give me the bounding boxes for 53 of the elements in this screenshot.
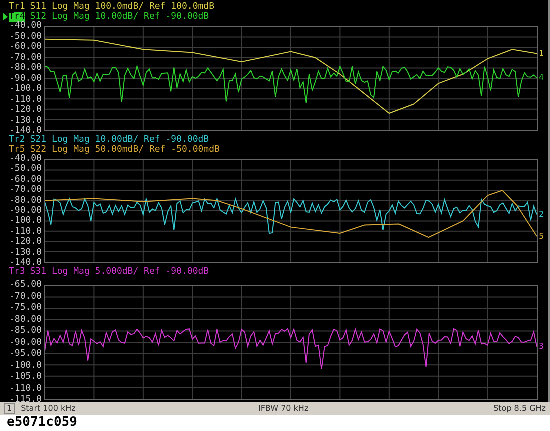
scale-label: -115.0 bbox=[8, 395, 43, 405]
trace-header: S11 Log Mag 100.0mdB/ Ref 100.0mdB bbox=[30, 2, 214, 12]
scale-label: -40.00 bbox=[8, 154, 43, 164]
trace-number: 2 bbox=[539, 210, 544, 219]
scale-label: -80.00 bbox=[8, 196, 43, 206]
trace-number: 3 bbox=[539, 342, 544, 351]
scale-label: -120.0 bbox=[8, 237, 43, 248]
scale-label: -70.00 bbox=[8, 292, 43, 302]
scale-label: -60.00 bbox=[8, 174, 43, 185]
trace-header: S31 Log Mag 5.000dB/ Ref -90.00dB bbox=[30, 267, 210, 277]
channel-number: 1 bbox=[4, 403, 16, 414]
scale-label: -110.0 bbox=[8, 226, 43, 237]
scale-label: -90.00 bbox=[8, 74, 43, 84]
scale-label: -110.0 bbox=[8, 94, 43, 104]
scale-label: -95.00 bbox=[8, 349, 43, 359]
ifbw-label: IFBW 70 kHz bbox=[257, 404, 310, 413]
trace-id[interactable]: Tr3 bbox=[9, 267, 26, 277]
scale-label: -140.0 bbox=[8, 126, 42, 136]
scale-label: -130.0 bbox=[8, 116, 43, 126]
scale-label: -75.00 bbox=[8, 303, 43, 313]
scale-label: -50.00 bbox=[8, 32, 43, 42]
scale-label: -60.00 bbox=[8, 42, 43, 52]
scale-label: -50.00 bbox=[8, 164, 43, 174]
scale-label: -80.00 bbox=[8, 63, 43, 73]
trace-number: 4 bbox=[539, 74, 544, 82]
scale-label: -100.0 bbox=[8, 216, 43, 226]
trace-id[interactable]: Tr1 bbox=[9, 2, 26, 12]
scale-label: -110.0 bbox=[8, 384, 43, 394]
trace-header: S21 Log Mag 10.00dB/ Ref -90.00dB bbox=[30, 135, 210, 145]
trace-id[interactable]: Tr5 bbox=[9, 145, 26, 155]
scale-label: -70.00 bbox=[8, 185, 43, 196]
trace-header: S12 Log Mag 10.00dB/ Ref -90.00dB bbox=[30, 12, 210, 22]
scale-label: -70.00 bbox=[8, 52, 43, 62]
scale-label: -120.0 bbox=[8, 105, 43, 115]
scale-label: -140.0 bbox=[8, 258, 42, 268]
scale-label: -80.00 bbox=[8, 314, 43, 324]
pointer-icon bbox=[2, 13, 9, 21]
trace-number: 5 bbox=[539, 232, 544, 240]
scale-label: -100.0 bbox=[8, 360, 43, 370]
trace-number: 1 bbox=[539, 50, 544, 58]
scale-label: -130.0 bbox=[8, 248, 43, 258]
stop-frequency: Stop 8.5 GHz bbox=[492, 404, 546, 413]
figure-caption: e5071c059 bbox=[6, 415, 78, 431]
scale-label: -65.00 bbox=[8, 280, 43, 290]
scale-label: -40.00 bbox=[8, 21, 43, 31]
start-frequency: Start 100 kHz bbox=[21, 404, 77, 413]
trace-id[interactable]: Tr2 bbox=[9, 135, 26, 145]
scale-label: -90.00 bbox=[8, 206, 43, 216]
scale-label: -100.0 bbox=[8, 84, 43, 94]
scale-label: -90.00 bbox=[8, 338, 43, 348]
trace-header: S22 Log Mag 50.00mdB/ Ref -50.00mdB bbox=[30, 145, 220, 155]
scale-label: -105.0 bbox=[8, 372, 43, 382]
scale-label: -85.00 bbox=[8, 326, 43, 336]
